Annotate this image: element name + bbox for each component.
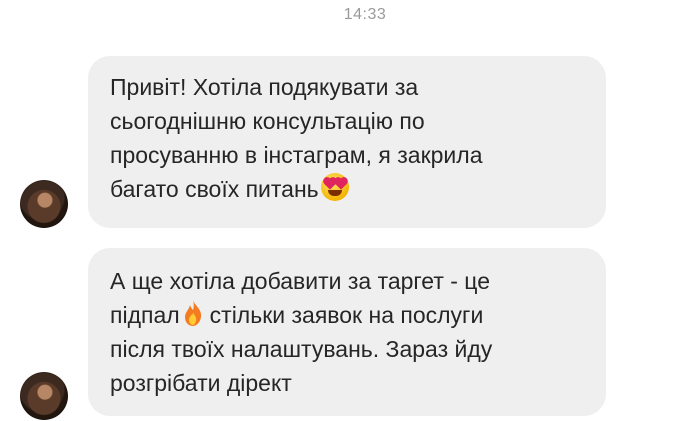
message-line: просуванню в інстаграм, я закрила bbox=[110, 142, 483, 168]
sender-avatar[interactable] bbox=[20, 372, 68, 420]
message-text: підпал bbox=[110, 302, 180, 328]
message-line: розгрібати дірект bbox=[110, 370, 292, 396]
message-line: після твоїх налаштувань. Зараз йду bbox=[110, 336, 493, 362]
heart-eyes-emoji-icon bbox=[320, 173, 349, 201]
message-line: сьогоднішню консультацію по bbox=[110, 108, 425, 134]
sender-avatar[interactable] bbox=[20, 180, 68, 228]
fire-emoji-icon bbox=[184, 300, 201, 326]
message-line-with-emoji: багато своїх питань bbox=[110, 172, 584, 206]
message-line: А ще хотіла добавити за таргет - це bbox=[110, 268, 491, 294]
message-bubble[interactable]: Привіт! Хотіла подякувати за сьогоднішню… bbox=[88, 56, 606, 228]
message-line: Привіт! Хотіла подякувати за bbox=[110, 74, 419, 100]
message-line-with-emoji: підпал стільки заявок на послуги bbox=[110, 298, 584, 332]
message-text: стільки заявок на послуги bbox=[209, 302, 484, 328]
message-text: багато своїх питань bbox=[110, 176, 319, 202]
message-bubble[interactable]: А ще хотіла добавити за таргет - це підп… bbox=[88, 248, 606, 416]
chat-timestamp: 14:33 bbox=[343, 6, 387, 23]
